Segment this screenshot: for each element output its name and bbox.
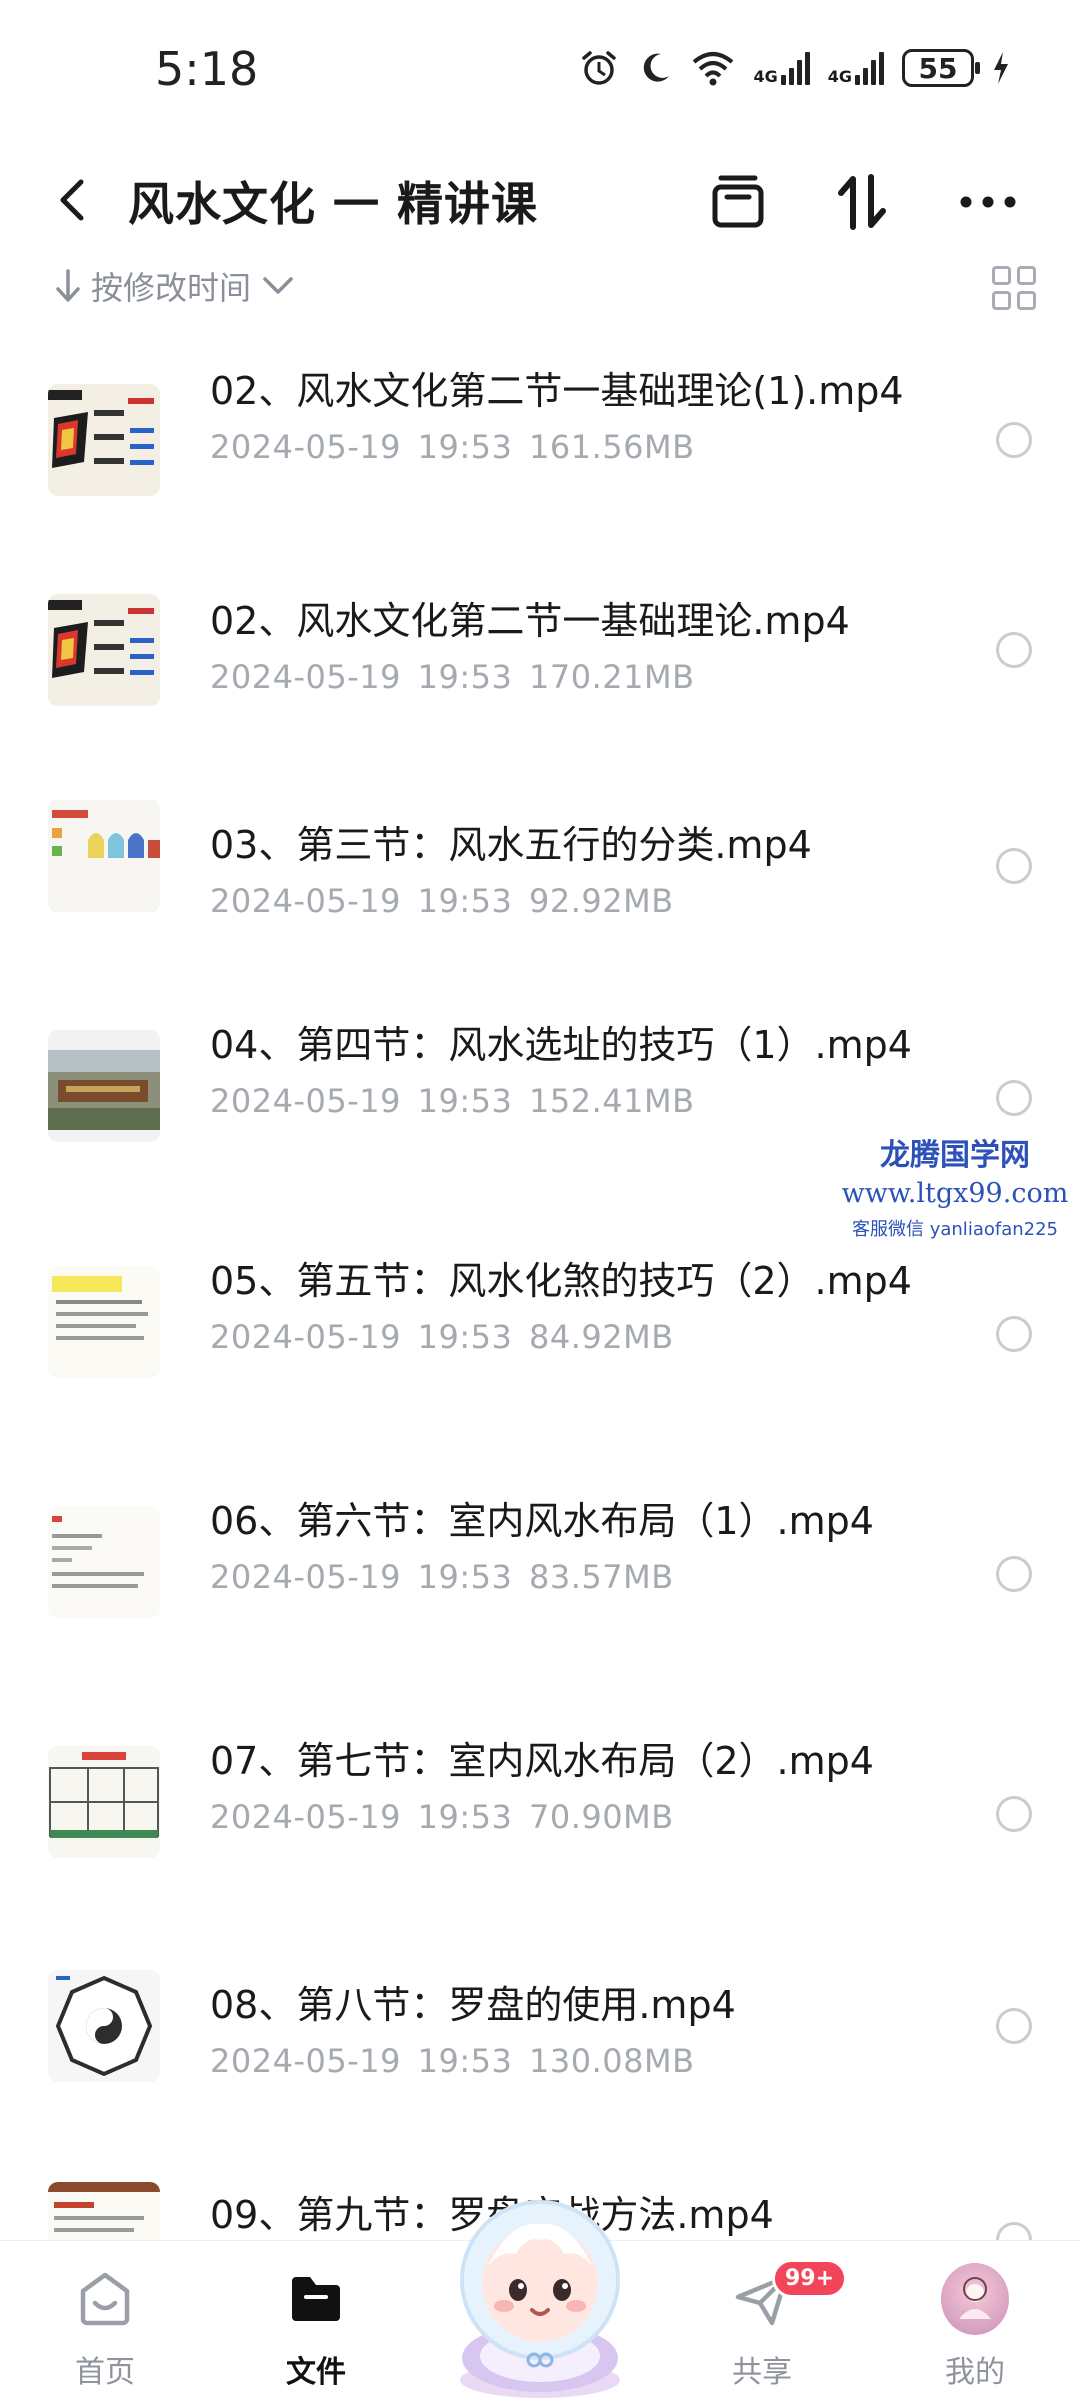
select-radio[interactable] (996, 1080, 1032, 1116)
nav-share-label: 共享 (732, 2355, 792, 2390)
nav-files[interactable]: 文件 (246, 2253, 386, 2393)
file-name: 03、第三节：风水五行的分类.mp4 (210, 823, 812, 867)
list-item[interactable]: 03、第三节：风水五行的分类.mp4 2024-05-19 19:53 92.9… (0, 750, 1080, 980)
network-type-1: 4G (753, 67, 778, 86)
more-icon (960, 196, 1016, 208)
wifi-icon (691, 50, 735, 86)
file-meta: 2024-05-19 19:53 83.57MB (210, 1558, 674, 1596)
file-meta: 2024-05-19 19:53 92.92MB (210, 882, 674, 920)
archive-icon (712, 175, 764, 228)
alarm-icon (579, 48, 619, 88)
arrow-down-icon (56, 269, 80, 302)
select-radio[interactable] (996, 632, 1032, 668)
list-item[interactable]: 07、第七节：室内风水布局（2）.mp4 2024-05-19 19:53 70… (0, 1700, 1080, 1930)
status-time: 5:18 (155, 42, 259, 96)
file-info: 02、风水文化第二节一基础理论(1).mp4 2024-05-19 19:53 … (210, 366, 960, 466)
file-info: 02、风水文化第二节一基础理论.mp4 2024-05-19 19:53 170… (210, 596, 960, 696)
select-radio[interactable] (996, 1556, 1032, 1592)
file-name: 02、风水文化第二节一基础理论.mp4 (210, 599, 850, 643)
sort-button[interactable] (830, 170, 894, 234)
charging-icon (992, 50, 1010, 86)
file-name: 07、第七节：室内风水布局（2）.mp4 (210, 1739, 874, 1783)
grid-view-button[interactable] (988, 262, 1040, 314)
select-radio[interactable] (996, 1796, 1032, 1832)
chevron-left-icon (60, 179, 84, 221)
signal-1: 4G (753, 51, 810, 86)
sort-icon (838, 174, 886, 230)
signal-bars-icon (780, 51, 810, 85)
file-meta: 2024-05-19 19:53 130.08MB (210, 2042, 695, 2080)
select-radio[interactable] (996, 422, 1032, 458)
list-item[interactable]: 06、第六节：室内风水布局（1）.mp4 2024-05-19 19:53 83… (0, 1460, 1080, 1700)
folder-icon (282, 2265, 350, 2333)
archive-button[interactable] (706, 170, 770, 234)
video-thumbnail (48, 384, 160, 496)
file-meta: 2024-05-19 19:53 84.92MB (210, 1318, 674, 1356)
video-thumbnail (48, 1506, 160, 1618)
nav-home-label: 首页 (75, 2355, 135, 2390)
watermark: 龙腾国学网 www.ltgx99.com 客服微信 yanliaofan225 (830, 1130, 1080, 1241)
share-badge: 99+ (772, 2259, 848, 2298)
watermark-title: 龙腾国学网 (880, 1138, 1030, 1173)
file-meta: 2024-05-19 19:53 161.56MB (210, 428, 695, 466)
signal-2: 4G (828, 51, 884, 85)
avatar-image (941, 2263, 1009, 2335)
file-name: 08、第八节：罗盘的使用.mp4 (210, 1983, 736, 2027)
select-radio[interactable] (996, 848, 1032, 884)
nav-mine-label: 我的 (945, 2355, 1005, 2390)
file-list: 02、风水文化第二节一基础理论(1).mp4 2024-05-19 19:53 … (0, 330, 1080, 2300)
file-meta: 2024-05-19 19:53 170.21MB (210, 658, 695, 696)
sort-selector[interactable]: 按修改时间 (55, 258, 295, 314)
network-type-2: 4G (827, 67, 852, 86)
battery-indicator: 55 (902, 49, 980, 87)
page-title: 风水文化 一 精讲课 (128, 177, 539, 231)
nav-mine[interactable]: 我的 (905, 2253, 1045, 2393)
file-meta: 2024-05-19 19:53 70.90MB (210, 1798, 674, 1836)
video-thumbnail (48, 1030, 160, 1142)
file-info: 06、第六节：室内风水布局（1）.mp4 2024-05-19 19:53 83… (210, 1496, 960, 1596)
video-thumbnail (48, 1746, 160, 1858)
video-thumbnail (48, 594, 160, 706)
more-button[interactable] (956, 170, 1020, 234)
list-item[interactable]: 02、风水文化第二节一基础理论(1).mp4 2024-05-19 19:53 … (0, 330, 1080, 550)
assistant-mascot-button[interactable] (430, 2180, 650, 2400)
header: 风水文化 一 精讲课 (0, 150, 1080, 250)
file-name: 04、第四节：风水选址的技巧（1）.mp4 (210, 1023, 912, 1067)
select-radio[interactable] (996, 2008, 1032, 2044)
file-info: 05、第五节：风水化煞的技巧（2）.mp4 2024-05-19 19:53 8… (210, 1256, 960, 1356)
back-button[interactable] (45, 172, 101, 228)
list-item[interactable]: 05、第五节：风水化煞的技巧（2）.mp4 2024-05-19 19:53 8… (0, 1220, 1080, 1460)
file-info: 08、第八节：罗盘的使用.mp4 2024-05-19 19:53 130.08… (210, 1980, 960, 2080)
watermark-contact: 客服微信 yanliaofan225 (852, 1219, 1058, 1240)
watermark-url: www.ltgx99.com (841, 1178, 1069, 1209)
file-name: 02、风水文化第二节一基础理论(1).mp4 (210, 369, 904, 413)
video-thumbnail (48, 800, 160, 912)
nav-files-label: 文件 (286, 2355, 346, 2390)
file-meta: 2024-05-19 19:53 152.41MB (210, 1082, 695, 1120)
video-thumbnail (48, 1970, 160, 2082)
select-radio[interactable] (996, 1316, 1032, 1352)
signal-bars-icon (855, 51, 884, 85)
list-item[interactable]: 08、第八节：罗盘的使用.mp4 2024-05-19 19:53 130.08… (0, 1930, 1080, 2140)
file-info: 03、第三节：风水五行的分类.mp4 2024-05-19 19:53 92.9… (210, 820, 960, 920)
status-icons: 4G 4G 55 (579, 48, 1010, 88)
sort-label: 按修改时间 (91, 269, 252, 307)
list-item[interactable]: 02、风水文化第二节一基础理论.mp4 2024-05-19 19:53 170… (0, 550, 1080, 750)
moon-icon (637, 50, 673, 86)
chevron-down-icon (263, 277, 293, 294)
file-info: 04、第四节：风水选址的技巧（1）.mp4 2024-05-19 19:53 1… (210, 1020, 960, 1120)
video-thumbnail (48, 1266, 160, 1378)
mascot-icon (460, 2200, 620, 2398)
status-bar: 5:18 4G 4G 55 (0, 0, 1080, 140)
file-name: 05、第五节：风水化煞的技巧（2）.mp4 (210, 1259, 912, 1303)
home-icon (71, 2265, 139, 2333)
nav-share[interactable]: 99+ 共享 (692, 2253, 848, 2393)
nav-home[interactable]: 首页 (35, 2253, 175, 2393)
avatar (941, 2263, 1009, 2335)
file-name: 06、第六节：室内风水布局（1）.mp4 (210, 1499, 874, 1543)
file-info: 07、第七节：室内风水布局（2）.mp4 2024-05-19 19:53 70… (210, 1736, 960, 1836)
